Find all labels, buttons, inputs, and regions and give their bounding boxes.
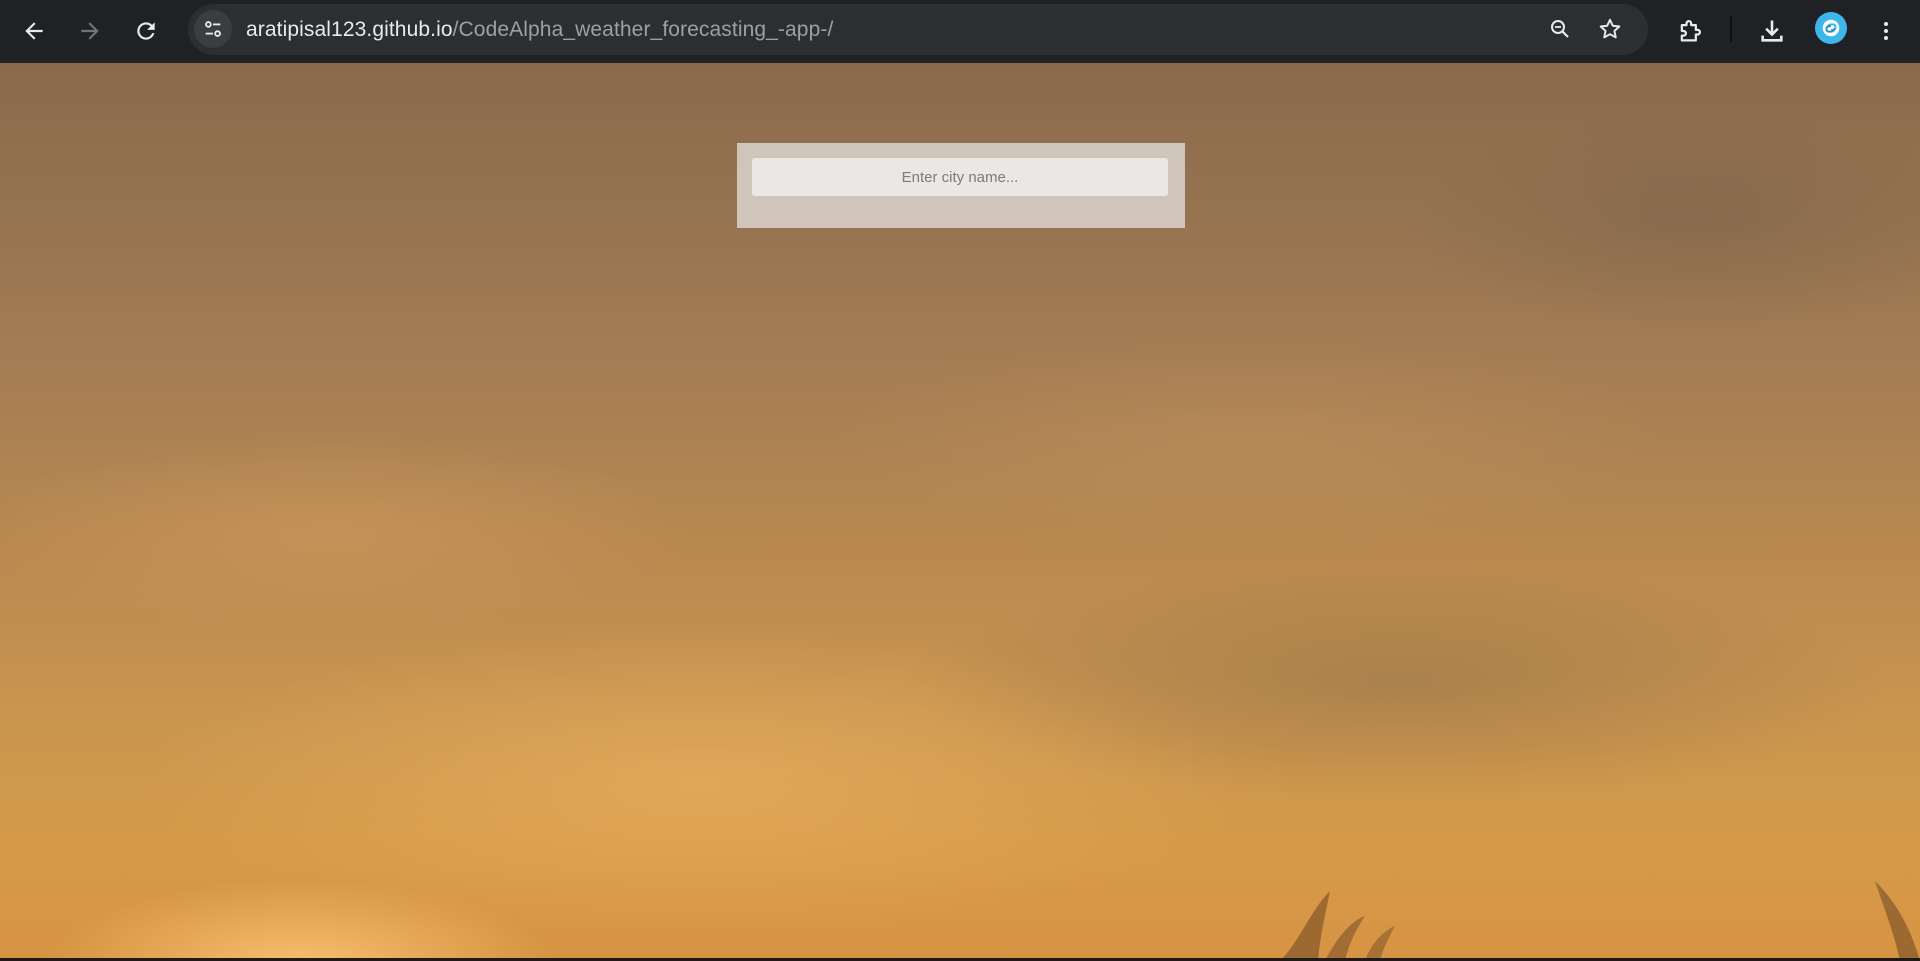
weather-app-page: [0, 63, 1920, 961]
reload-button[interactable]: [124, 9, 168, 53]
zoom-button[interactable]: [1541, 10, 1579, 48]
extensions-button[interactable]: [1668, 9, 1712, 53]
arrow-right-icon: [81, 22, 99, 40]
arrow-left-icon: [25, 22, 43, 40]
search-card: [737, 143, 1185, 228]
avatar-icon: [1822, 19, 1840, 37]
download-icon: [1761, 20, 1783, 42]
forward-button[interactable]: [68, 9, 112, 53]
tune-icon: [205, 21, 221, 37]
kebab-menu-icon: [1884, 22, 1888, 40]
url-host: aratipisal123.github.io: [246, 18, 453, 41]
toolbar-separator: [1730, 16, 1732, 42]
reload-icon: [137, 22, 155, 40]
profile-avatar[interactable]: [1815, 12, 1847, 44]
star-icon: [1599, 18, 1621, 39]
downloads-button[interactable]: [1750, 9, 1794, 53]
puzzle-icon: [1680, 20, 1701, 42]
browser-toolbar: aratipisal123.github.io/CodeAlpha_weathe…: [0, 0, 1920, 63]
address-bar[interactable]: aratipisal123.github.io/CodeAlpha_weathe…: [188, 4, 1648, 55]
zoom-out-icon: [1551, 20, 1569, 38]
bookmark-button[interactable]: [1591, 10, 1629, 48]
url-text[interactable]: aratipisal123.github.io/CodeAlpha_weathe…: [246, 4, 833, 55]
city-search-input[interactable]: [752, 158, 1168, 196]
wheat-silhouette-right: [1875, 881, 1920, 961]
wheat-silhouette-left: [1280, 891, 1395, 961]
url-path: /CodeAlpha_weather_forecasting_-app-/: [452, 18, 834, 41]
menu-button[interactable]: [1864, 9, 1908, 53]
back-button[interactable]: [12, 9, 56, 53]
site-info-button[interactable]: [194, 10, 232, 48]
